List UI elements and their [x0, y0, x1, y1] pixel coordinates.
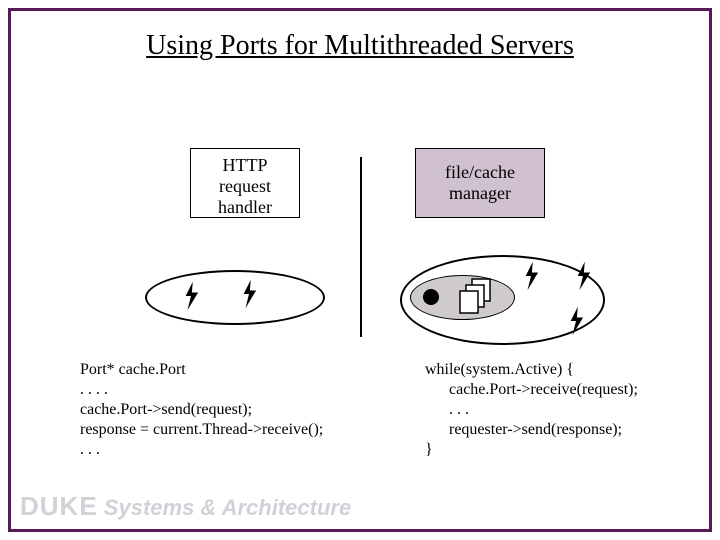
- thread-icon: [180, 280, 202, 312]
- slide-title: Using Ports for Multithreaded Servers: [0, 30, 720, 62]
- cache-line2: manager: [426, 183, 534, 204]
- client-code-snippet: Port* cache.Port . . . . cache.Port->sen…: [80, 360, 323, 460]
- thread-icon: [238, 278, 260, 310]
- file-cache-box: file/cache manager: [415, 148, 545, 218]
- http-line3: handler: [201, 197, 289, 218]
- http-line1: HTTP: [201, 155, 289, 176]
- cache-line1: file/cache: [426, 162, 534, 183]
- server-code-snippet: while(system.Active) { cache.Port->recei…: [425, 360, 638, 460]
- left-thread-pool: [145, 270, 325, 325]
- thread-icon: [520, 260, 542, 292]
- divider-line: [360, 157, 362, 337]
- port-dot-icon: [423, 289, 439, 305]
- request-stack-icon: [456, 275, 500, 319]
- http-line2: request: [201, 176, 289, 197]
- thread-icon: [572, 260, 594, 292]
- http-handler-box: HTTP request handler: [190, 148, 300, 218]
- thread-icon: [565, 305, 587, 337]
- footer-branding: DUKE Systems & Architecture: [20, 491, 351, 522]
- footer-brand: DUKE: [20, 491, 98, 521]
- footer-sublabel: Systems & Architecture: [104, 495, 351, 520]
